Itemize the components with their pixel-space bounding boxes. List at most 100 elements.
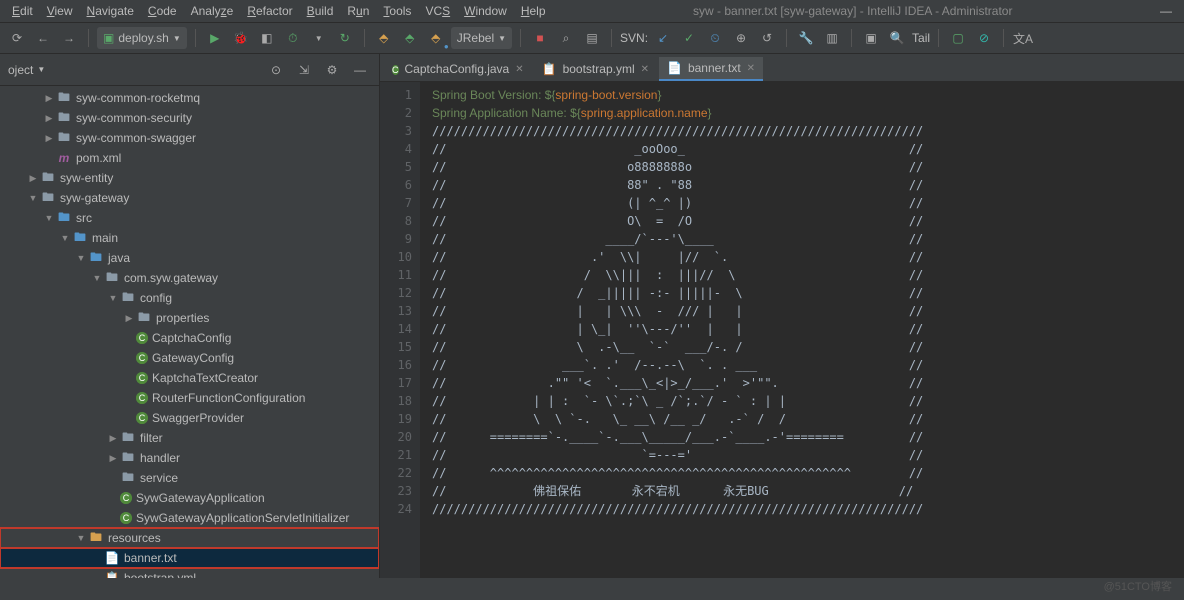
- tree-item[interactable]: ▶🖿properties: [0, 308, 379, 328]
- folder-icon: 🖿: [88, 531, 104, 545]
- forward-icon[interactable]: →: [58, 27, 80, 49]
- editor-tab[interactable]: CCaptchaConfig.java✕: [384, 57, 532, 81]
- back-icon[interactable]: ←: [32, 27, 54, 49]
- search-icon[interactable]: 🔍: [886, 27, 908, 49]
- svn-diff-icon[interactable]: ⊕: [730, 27, 752, 49]
- menu-analyze[interactable]: Analyze: [185, 2, 240, 20]
- svn-revert-icon[interactable]: ↺: [756, 27, 778, 49]
- debug-icon[interactable]: 🐞: [230, 27, 252, 49]
- c-icon: C: [120, 492, 132, 504]
- tree-item-label: src: [76, 211, 92, 225]
- menu-code[interactable]: Code: [142, 2, 183, 20]
- run-config-dropdown[interactable]: ▣ deploy.sh ▼: [97, 27, 187, 49]
- project-tree[interactable]: ▶ 🖿 syw-common-rocketmq ▶🖿syw-common-securi…: [0, 86, 379, 578]
- folder-icon: 🖿: [120, 291, 136, 305]
- layout-icon[interactable]: ▤: [581, 27, 603, 49]
- tree-item[interactable]: ▼🖿main: [0, 228, 379, 248]
- code-content[interactable]: Spring Boot Version: ${spring-boot.versi…: [420, 82, 1184, 578]
- editor-tab[interactable]: 📄banner.txt✕: [659, 57, 763, 81]
- menu-window[interactable]: Window: [458, 2, 513, 20]
- window-icon[interactable]: ▣: [860, 27, 882, 49]
- tree-item-label: syw-gateway: [60, 191, 129, 205]
- menu-run[interactable]: Run: [341, 2, 375, 20]
- tree-item-label: SwaggerProvider: [152, 411, 244, 425]
- tree-item[interactable]: ▶🖿handler: [0, 448, 379, 468]
- hide-icon[interactable]: —: [349, 59, 371, 81]
- tree-item[interactable]: ▶🖿syw-common-swagger: [0, 128, 379, 148]
- close-icon[interactable]: ✕: [747, 63, 755, 74]
- m-icon: m: [56, 151, 72, 165]
- dropdown-icon[interactable]: ▼: [308, 27, 330, 49]
- tree-item-label: syw-common-swagger: [76, 131, 196, 145]
- tree-item[interactable]: ▼🖿java: [0, 248, 379, 268]
- translate-icon[interactable]: 文A: [1012, 27, 1034, 49]
- rerun-icon[interactable]: ↻: [334, 27, 356, 49]
- tree-item[interactable]: ▼🖿config: [0, 288, 379, 308]
- structure-icon[interactable]: ▥: [821, 27, 843, 49]
- tree-item[interactable]: ▼🖿syw-gateway: [0, 188, 379, 208]
- tree-item[interactable]: C SywGatewayApplication: [0, 488, 379, 508]
- tree-item-label: com.syw.gateway: [124, 271, 218, 285]
- tree-item[interactable]: ▼🖿resources: [0, 528, 379, 548]
- menu-tools[interactable]: Tools: [377, 2, 417, 20]
- tree-item[interactable]: CSywGatewayApplicationServletInitializer: [0, 508, 379, 528]
- tree-item-label: syw-common-rocketmq: [76, 91, 200, 105]
- tree-item-label: pom.xml: [76, 151, 121, 165]
- tree-item[interactable]: CGatewayConfig: [0, 348, 379, 368]
- tree-item[interactable]: ▼🖿src: [0, 208, 379, 228]
- green-box-icon[interactable]: ▢: [947, 27, 969, 49]
- sidebar-title: oject: [8, 63, 33, 77]
- editor-tabs: CCaptchaConfig.java✕📋bootstrap.yml✕📄bann…: [380, 54, 1184, 82]
- menu-edit[interactable]: Edit: [6, 2, 39, 20]
- jrebel-dropdown[interactable]: JRebel ▼: [451, 27, 512, 49]
- tree-item[interactable]: ▶🖿syw-common-security: [0, 108, 379, 128]
- svn-update-icon[interactable]: ↙: [652, 27, 674, 49]
- tree-item[interactable]: 📋bootstrap.yml: [0, 568, 379, 578]
- gear-icon[interactable]: ⚙: [321, 59, 343, 81]
- profile-icon[interactable]: ⏱: [282, 27, 304, 49]
- jr-icon1[interactable]: ⬘: [373, 27, 395, 49]
- editor-pane: CCaptchaConfig.java✕📋bootstrap.yml✕📄bann…: [380, 54, 1184, 578]
- tree-item[interactable]: CCaptchaConfig: [0, 328, 379, 348]
- tree-item[interactable]: 🖿service: [0, 468, 379, 488]
- menu-navigate[interactable]: Navigate: [81, 2, 140, 20]
- tree-item-label: GatewayConfig: [152, 351, 234, 365]
- expand-icon[interactable]: ⇲: [293, 59, 315, 81]
- attach-icon[interactable]: ⌕: [555, 27, 577, 49]
- target-icon[interactable]: ⊙: [265, 59, 287, 81]
- menu-refactor[interactable]: Refactor: [241, 2, 298, 20]
- close-icon[interactable]: ✕: [515, 64, 523, 75]
- menu-view[interactable]: View: [41, 2, 79, 20]
- stop-icon[interactable]: ■: [529, 27, 551, 49]
- tree-item[interactable]: CKaptchaTextCreator: [0, 368, 379, 388]
- tree-item[interactable]: 📄banner.txt: [0, 548, 379, 568]
- wrench-icon[interactable]: 🔧: [795, 27, 817, 49]
- no-entry-icon[interactable]: ⊘: [973, 27, 995, 49]
- folder-icon: 🖿: [56, 91, 72, 105]
- tree-item[interactable]: ▶🖿syw-common-rocketmq: [0, 88, 379, 108]
- editor-tab[interactable]: 📋bootstrap.yml✕: [534, 57, 657, 81]
- tree-item-label: SywGatewayApplication: [136, 491, 265, 505]
- jr-icon2[interactable]: ⬘: [399, 27, 421, 49]
- c-icon: C: [136, 332, 148, 344]
- tree-item[interactable]: m pom.xml: [0, 148, 379, 168]
- run-config-label: deploy.sh: [118, 31, 168, 45]
- menu-build[interactable]: Build: [301, 2, 340, 20]
- tree-item[interactable]: ▶🖿syw-entity: [0, 168, 379, 188]
- tree-item[interactable]: CRouterFunctionConfiguration: [0, 388, 379, 408]
- menu-help[interactable]: Help: [515, 2, 552, 20]
- menu-vcs[interactable]: VCS: [419, 2, 456, 20]
- tree-item[interactable]: CSwaggerProvider: [0, 408, 379, 428]
- svn-commit-icon[interactable]: ✓: [678, 27, 700, 49]
- jr-icon3[interactable]: ⬘●: [425, 27, 447, 49]
- minimize-button[interactable]: —: [1154, 2, 1178, 20]
- tree-item[interactable]: ▶🖿filter: [0, 428, 379, 448]
- folder-icon: 🖿: [88, 251, 104, 265]
- sync-icon[interactable]: ⟳: [6, 27, 28, 49]
- svn-history-icon[interactable]: ⏲: [704, 27, 726, 49]
- tree-item[interactable]: ▼🖿com.syw.gateway: [0, 268, 379, 288]
- run-icon[interactable]: ▶: [204, 27, 226, 49]
- tree-arrow-icon: ▶: [28, 173, 38, 184]
- close-icon[interactable]: ✕: [641, 64, 649, 75]
- coverage-icon[interactable]: ◧: [256, 27, 278, 49]
